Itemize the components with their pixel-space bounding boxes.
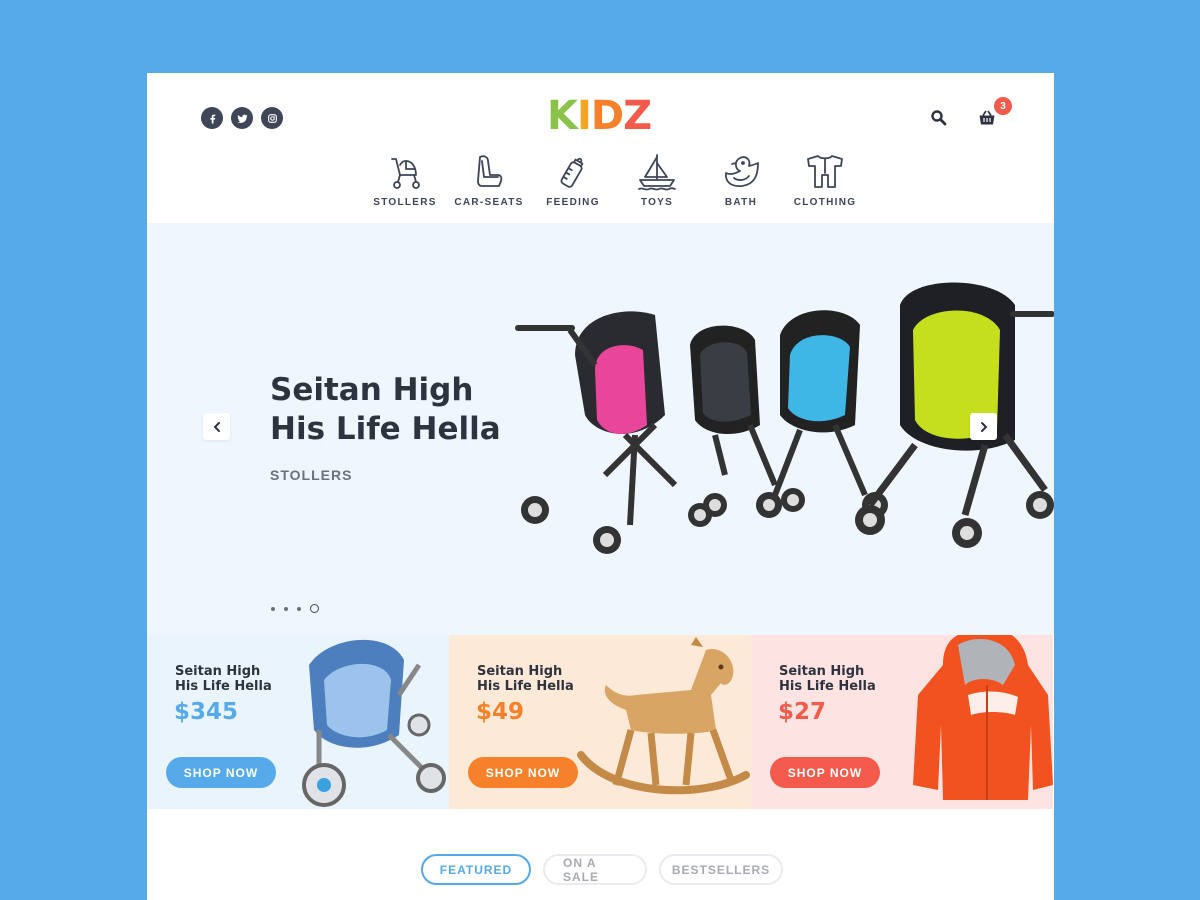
- promo-card: Seitan High His Life Hella $345 SHOP NOW: [147, 635, 449, 809]
- slider-dot[interactable]: [284, 606, 288, 611]
- onesie-icon: [807, 155, 843, 188]
- search-button[interactable]: [928, 107, 950, 129]
- stroller-icon: [391, 158, 420, 189]
- tab-bestsellers[interactable]: BESTSELLERS: [659, 854, 783, 885]
- hero-title: Seitan High His Life Hella: [270, 371, 530, 449]
- car-seat-icon: [477, 155, 503, 187]
- product-tabs: FEATURED ON A SALE BESTSELLERS: [421, 854, 783, 885]
- cart-count-badge: 3: [994, 97, 1012, 115]
- promo-name-line: Seitan High: [779, 664, 865, 679]
- shop-now-button[interactable]: SHOP NOW: [468, 757, 578, 788]
- chevron-right-icon: [980, 421, 987, 432]
- category-toys[interactable]: TOYS: [615, 151, 699, 208]
- cart-button[interactable]: 3: [976, 97, 1012, 129]
- category-label: CAR-SEATS: [454, 197, 524, 208]
- shop-now-button[interactable]: SHOP NOW: [166, 757, 276, 788]
- category-label: CLOTHING: [793, 197, 857, 208]
- facebook-icon[interactable]: [201, 107, 223, 129]
- bottle-icon: [560, 157, 584, 188]
- promo-price: $27: [778, 699, 827, 725]
- logo-letter: Z: [623, 93, 652, 139]
- hero-title-line: His Life Hella: [270, 411, 501, 447]
- promo-price: $345: [174, 699, 239, 725]
- promo-name-line: His Life Hella: [175, 679, 272, 694]
- promo-name-line: His Life Hella: [477, 679, 574, 694]
- logo-letter: I: [577, 93, 592, 139]
- category-bath[interactable]: BATH: [699, 151, 783, 208]
- category-feeding[interactable]: FEEDING: [531, 151, 615, 208]
- slider-dot-active[interactable]: [310, 604, 319, 613]
- category-label: TOYS: [640, 197, 674, 208]
- logo-letter: K: [547, 93, 578, 139]
- slider-dot[interactable]: [271, 606, 275, 611]
- header-actions: 3: [928, 97, 1012, 129]
- category-stollers[interactable]: STOLLERS: [363, 151, 447, 208]
- promo-name-line: His Life Hella: [779, 679, 876, 694]
- logo-letter: D: [590, 93, 624, 139]
- promo-price: $49: [476, 699, 525, 725]
- boat-icon: [638, 154, 676, 191]
- slider-dot[interactable]: [297, 606, 301, 611]
- slider-prev-button[interactable]: [203, 413, 230, 440]
- twitter-icon[interactable]: [231, 107, 253, 129]
- search-icon: [931, 110, 947, 126]
- social-links: [201, 107, 283, 129]
- shop-now-button[interactable]: SHOP NOW: [770, 757, 880, 788]
- promo-product-name: Seitan High His Life Hella: [175, 664, 295, 694]
- promo-card: Seitan High His Life Hella $27 SHOP NOW: [751, 635, 1053, 809]
- hero-slider: Seitan High His Life Hella STOLLERS: [147, 223, 1054, 635]
- orange-hoodie-image: [913, 635, 1053, 800]
- category-label: BATH: [724, 197, 758, 208]
- tab-on-a-sale[interactable]: ON A SALE: [543, 854, 647, 885]
- promo-name-line: Seitan High: [477, 664, 563, 679]
- chevron-left-icon: [213, 421, 220, 432]
- duck-icon: [725, 156, 759, 187]
- futuristic-stroller-image: [302, 639, 446, 807]
- hero-subtitle: STOLLERS: [270, 467, 353, 483]
- slider-dots: [271, 604, 319, 613]
- category-car-seats[interactable]: CAR-SEATS: [447, 151, 531, 208]
- promo-product-name: Seitan High His Life Hella: [779, 664, 899, 694]
- kidz-logo[interactable]: K I D Z: [547, 93, 652, 139]
- category-label: STOLLERS: [373, 197, 437, 208]
- promo-card: Seitan High His Life Hella $49 SHOP NOW: [449, 635, 751, 809]
- store-page: K I D Z 3 STOLLERS CAR-SEATS FEEDING TOY…: [147, 73, 1054, 900]
- category-clothing[interactable]: CLOTHING: [783, 151, 867, 208]
- category-nav: STOLLERS CAR-SEATS FEEDING TOYS BATH CLO…: [363, 151, 867, 208]
- category-label: FEEDING: [546, 197, 600, 208]
- rocking-horse-image: [577, 637, 750, 795]
- promo-cards: Seitan High His Life Hella $345 SHOP NOW…: [147, 635, 1054, 809]
- promo-product-name: Seitan High His Life Hella: [477, 664, 597, 694]
- hero-title-line: Seitan High: [270, 372, 474, 408]
- basket-icon: [979, 110, 995, 125]
- slider-next-button[interactable]: [970, 413, 997, 440]
- promo-name-line: Seitan High: [175, 664, 261, 679]
- instagram-icon[interactable]: [261, 107, 283, 129]
- tab-featured[interactable]: FEATURED: [421, 854, 531, 885]
